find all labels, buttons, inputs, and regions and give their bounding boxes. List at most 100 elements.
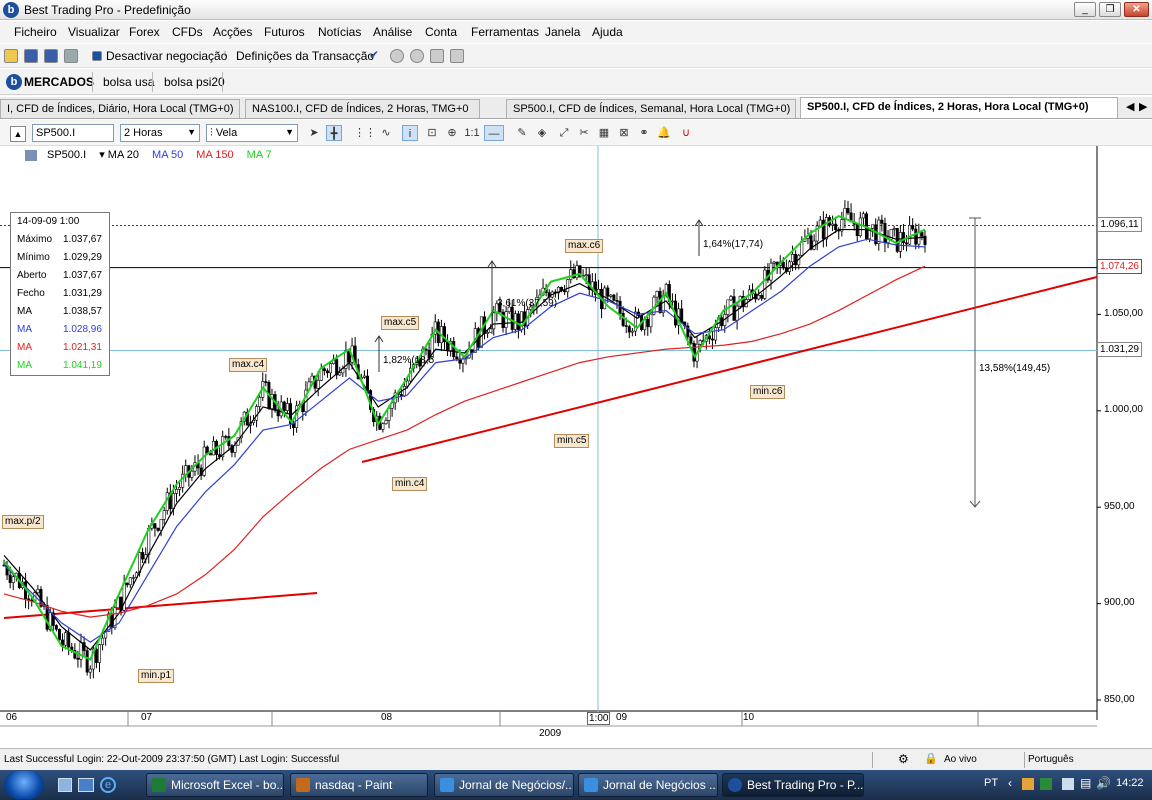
properties-icon[interactable]: ▦ bbox=[596, 125, 612, 141]
task-browser-1[interactable]: Jornal de Negócios/... bbox=[434, 773, 574, 797]
app-logo-icon: b bbox=[3, 2, 19, 18]
label-min-c6[interactable]: min.c6 bbox=[750, 385, 786, 399]
refresh-icon[interactable] bbox=[450, 49, 464, 63]
markets-tab[interactable]: MERCADOS bbox=[24, 75, 94, 89]
candle-body bbox=[603, 287, 607, 310]
menu-visualizar[interactable]: Visualizar bbox=[68, 25, 120, 39]
zoom-box-icon[interactable]: ⊡ bbox=[424, 125, 440, 141]
label-min-p1[interactable]: min.p1 bbox=[138, 669, 175, 683]
menu-cfds[interactable]: CFDs bbox=[172, 25, 203, 39]
checkmark-icon[interactable]: ✔ bbox=[369, 48, 379, 62]
label-min-c4[interactable]: min.c4 bbox=[392, 477, 428, 491]
chart-style-select[interactable]: ⫶ Vela ▼ bbox=[206, 124, 298, 142]
fibonacci-icon[interactable]: ⤢ bbox=[556, 125, 572, 141]
input-language[interactable]: PT bbox=[984, 777, 998, 789]
menu-analise[interactable]: Análise bbox=[373, 25, 412, 39]
x-tick: 07 bbox=[141, 712, 153, 723]
pointer-icon[interactable]: ➤ bbox=[306, 125, 322, 141]
restore-button[interactable]: ❐ bbox=[1099, 2, 1121, 17]
candle-body bbox=[153, 523, 157, 529]
task-browser-2[interactable]: Jornal de Negócios ... bbox=[578, 773, 718, 797]
crosshair-icon[interactable]: ╋ bbox=[326, 125, 342, 141]
switch-windows-icon[interactable] bbox=[78, 778, 94, 792]
line-tool-icon[interactable]: — bbox=[484, 125, 504, 141]
info-toggle-icon[interactable]: i bbox=[402, 125, 418, 141]
shapes-icon[interactable]: ◈ bbox=[534, 125, 550, 141]
tray-expand-icon[interactable]: ‹ bbox=[1008, 776, 1012, 790]
zoom-icon[interactable]: ⊕ bbox=[444, 125, 460, 141]
task-paint[interactable]: nasdaq - Paint bbox=[290, 773, 428, 797]
volume-icon[interactable]: 🔊 bbox=[1096, 776, 1111, 790]
watchlist-tab-bolsa-usa[interactable]: bolsa usa bbox=[103, 75, 154, 89]
show-desktop-icon[interactable] bbox=[58, 778, 72, 792]
menu-forex[interactable]: Forex bbox=[129, 25, 160, 39]
save-all-icon[interactable] bbox=[44, 49, 58, 63]
tab-scroll-left-icon[interactable]: ◀ bbox=[1126, 100, 1134, 113]
alert-bell-icon[interactable]: 🔔 bbox=[656, 125, 672, 141]
menu-ferramentas[interactable]: Ferramentas bbox=[471, 25, 539, 39]
tray-app-icon[interactable] bbox=[1022, 778, 1034, 790]
delete-objects-icon[interactable]: ✂ bbox=[576, 125, 592, 141]
legend-ma50[interactable]: MA 50 bbox=[152, 149, 183, 161]
label-max-p2[interactable]: max.p/2 bbox=[2, 515, 44, 529]
info-label: MA bbox=[17, 324, 32, 335]
chart-tab-daily[interactable]: I, CFD de Índices, Diário, Hora Local (T… bbox=[0, 99, 240, 118]
legend-ma7[interactable]: MA 7 bbox=[247, 149, 272, 161]
symbol-input[interactable]: SP500.I bbox=[32, 124, 114, 142]
close-button[interactable]: ✕ bbox=[1124, 2, 1149, 17]
home-icon[interactable] bbox=[430, 49, 444, 63]
save-icon[interactable] bbox=[24, 49, 38, 63]
candle-body bbox=[689, 336, 693, 344]
candle-body bbox=[387, 407, 391, 421]
forward-icon[interactable] bbox=[410, 49, 424, 63]
menu-ficheiro[interactable]: Ficheiro bbox=[14, 25, 57, 39]
grid-icon[interactable]: ⋮⋮ bbox=[354, 125, 376, 141]
tab-scroll-right-icon[interactable]: ▶ bbox=[1139, 100, 1147, 113]
open-folder-icon[interactable] bbox=[4, 49, 18, 63]
chart-tab-sp500-weekly[interactable]: SP500.I, CFD de Índices, Semanal, Hora L… bbox=[506, 99, 796, 118]
watchlist-tab-bolsa-psi20[interactable]: bolsa psi20 bbox=[164, 75, 225, 89]
legend-ma20[interactable]: MA 20 bbox=[108, 149, 139, 161]
interval-select[interactable]: 2 Horas ▼ bbox=[120, 124, 200, 142]
internet-explorer-icon[interactable]: e bbox=[100, 777, 116, 793]
collapse-up-icon[interactable]: ▲ bbox=[10, 126, 26, 142]
back-icon[interactable] bbox=[390, 49, 404, 63]
menu-accoes[interactable]: Acções bbox=[213, 25, 252, 39]
network-icon[interactable] bbox=[1062, 778, 1074, 790]
transaction-settings-button[interactable]: Definições da Transacção bbox=[236, 49, 374, 63]
clock[interactable]: 14:22 bbox=[1116, 777, 1144, 789]
menu-ajuda[interactable]: Ajuda bbox=[592, 25, 623, 39]
language-selector[interactable]: Português bbox=[1028, 754, 1074, 765]
start-button[interactable] bbox=[4, 771, 44, 799]
label-max-c5[interactable]: max.c5 bbox=[381, 316, 420, 330]
label-max-c6[interactable]: max.c6 bbox=[565, 239, 604, 253]
legend-symbol[interactable]: SP500.I bbox=[47, 149, 86, 161]
tray-app-icon[interactable]: ▤ bbox=[1080, 776, 1091, 790]
connection-icon[interactable]: ⚙ bbox=[898, 752, 909, 766]
label-min-c5[interactable]: min.c5 bbox=[554, 434, 590, 448]
pencil-icon[interactable]: ✎ bbox=[514, 125, 530, 141]
print-icon[interactable] bbox=[64, 49, 78, 63]
deactivate-trading-button[interactable]: Desactivar negociação bbox=[106, 49, 227, 63]
indicator-icon[interactable]: ∿ bbox=[378, 125, 394, 141]
task-best-trading[interactable]: Best Trading Pro - P... bbox=[722, 773, 864, 797]
tray-app-icon[interactable] bbox=[1040, 778, 1052, 790]
zoom-reset-icon[interactable]: 1:1 bbox=[464, 125, 480, 141]
ie-icon bbox=[440, 778, 454, 792]
menu-noticias[interactable]: Notícias bbox=[318, 25, 361, 39]
menu-futuros[interactable]: Futuros bbox=[264, 25, 305, 39]
menu-janela[interactable]: Janela bbox=[545, 25, 580, 39]
legend-ma150[interactable]: MA 150 bbox=[196, 149, 233, 161]
price-tag-cursor: 1.031,29 bbox=[1097, 342, 1142, 357]
series-line-ma-50 bbox=[3, 238, 926, 643]
task-excel[interactable]: Microsoft Excel - bo... bbox=[146, 773, 284, 797]
chart-tab-sp500-2h[interactable]: SP500.I, CFD de Índices, 2 Horas, Hora L… bbox=[800, 97, 1118, 118]
magnet-icon[interactable]: ∪ bbox=[678, 125, 694, 141]
menu-conta[interactable]: Conta bbox=[425, 25, 457, 39]
chart-tab-nas100[interactable]: NAS100.I, CFD de Índices, 2 Horas, TMG+0 bbox=[245, 99, 480, 118]
minimize-button[interactable]: _ bbox=[1074, 2, 1096, 17]
remove-icon[interactable]: ⊠ bbox=[616, 125, 632, 141]
label-max-c4[interactable]: max.c4 bbox=[229, 358, 268, 372]
link-icon[interactable]: ⚭ bbox=[636, 125, 652, 141]
candle-body bbox=[67, 632, 71, 648]
